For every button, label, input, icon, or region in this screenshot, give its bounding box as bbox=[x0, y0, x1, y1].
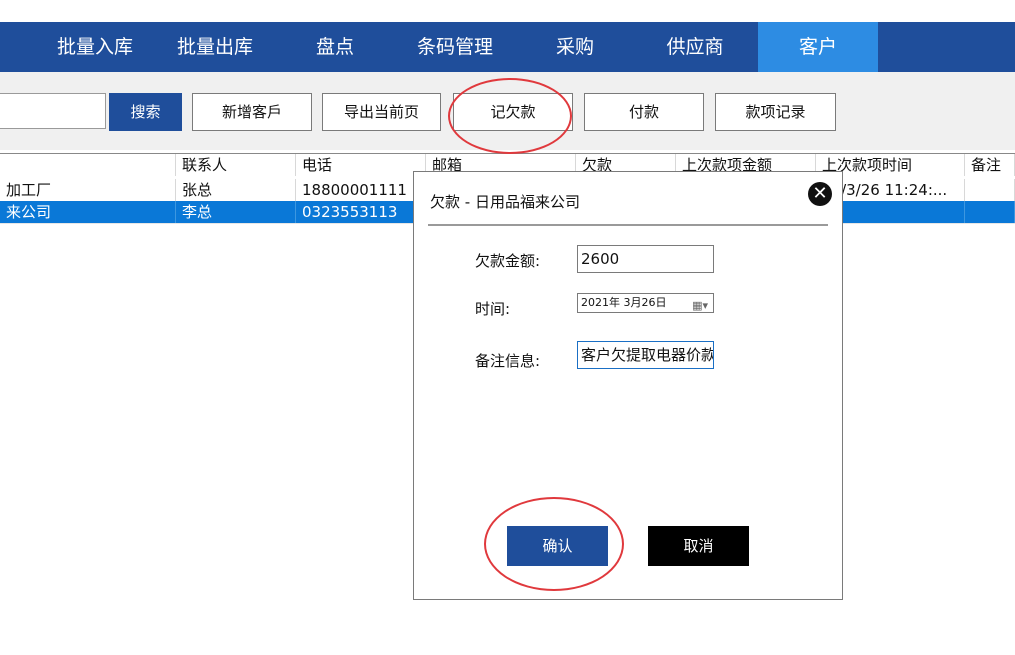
close-icon[interactable]: ✕ bbox=[808, 182, 832, 206]
cell-note bbox=[965, 179, 1015, 201]
nav-item-customer[interactable]: 客户 bbox=[758, 22, 878, 72]
time-label: 时间: bbox=[475, 300, 511, 318]
cell-contact: 李总 bbox=[176, 201, 296, 223]
record-debt-button[interactable]: 记欠款 bbox=[453, 93, 573, 131]
cell-phone: 0323553113 bbox=[296, 201, 426, 223]
note-field[interactable]: 客户欠提取电器价款 bbox=[577, 341, 714, 369]
date-picker[interactable]: 2021年 3月26日 ▦▾ bbox=[577, 293, 714, 313]
export-page-button[interactable]: 导出当前页 bbox=[322, 93, 441, 131]
nav-item-purchase[interactable]: 采购 bbox=[530, 22, 620, 72]
date-value: 2021年 3月26日 bbox=[581, 296, 667, 309]
add-customer-button[interactable]: 新增客戶 bbox=[192, 93, 312, 131]
cell-contact: 张总 bbox=[176, 179, 296, 201]
cell-phone: 18800001111 bbox=[296, 179, 426, 201]
dialog-divider bbox=[428, 224, 828, 226]
nav-item-batch-inbound[interactable]: 批量入库 bbox=[40, 22, 150, 72]
debt-dialog: 欠款 - 日用品福来公司 ✕ 欠款金额: 2600 时间: 2021年 3月26… bbox=[413, 171, 843, 600]
column-header-name[interactable] bbox=[0, 154, 176, 176]
payment-button[interactable]: 付款 bbox=[584, 93, 704, 131]
calendar-dropdown-icon[interactable]: ▦▾ bbox=[692, 297, 708, 312]
nav-item-barcode[interactable]: 条码管理 bbox=[400, 22, 510, 72]
column-header-phone[interactable]: 电话 bbox=[296, 154, 426, 176]
confirm-button[interactable]: 确认 bbox=[507, 526, 608, 566]
amount-label: 欠款金额: bbox=[475, 252, 541, 270]
column-header-contact[interactable]: 联系人 bbox=[176, 154, 296, 176]
cancel-button[interactable]: 取消 bbox=[648, 526, 749, 566]
cell-name: 来公司 bbox=[0, 201, 176, 223]
dialog-title: 欠款 - 日用品福来公司 bbox=[430, 193, 580, 211]
cell-note bbox=[965, 201, 1015, 223]
top-nav: 批量入库 批量出库 盘点 条码管理 采购 供应商 客户 bbox=[0, 22, 1015, 72]
search-button[interactable]: 搜索 bbox=[109, 93, 182, 131]
toolbar: 搜索 新增客戶 导出当前页 记欠款 付款 款项记录 bbox=[0, 72, 1015, 150]
cell-name: 加工厂 bbox=[0, 179, 176, 201]
payment-history-button[interactable]: 款项记录 bbox=[715, 93, 836, 131]
column-header-note[interactable]: 备注 bbox=[965, 154, 1015, 176]
amount-field[interactable]: 2600 bbox=[577, 245, 714, 273]
search-input[interactable] bbox=[0, 93, 106, 129]
note-label: 备注信息: bbox=[475, 352, 541, 370]
nav-item-batch-outbound[interactable]: 批量出库 bbox=[160, 22, 270, 72]
nav-item-stocktake[interactable]: 盘点 bbox=[290, 22, 380, 72]
nav-item-supplier[interactable]: 供应商 bbox=[640, 22, 750, 72]
